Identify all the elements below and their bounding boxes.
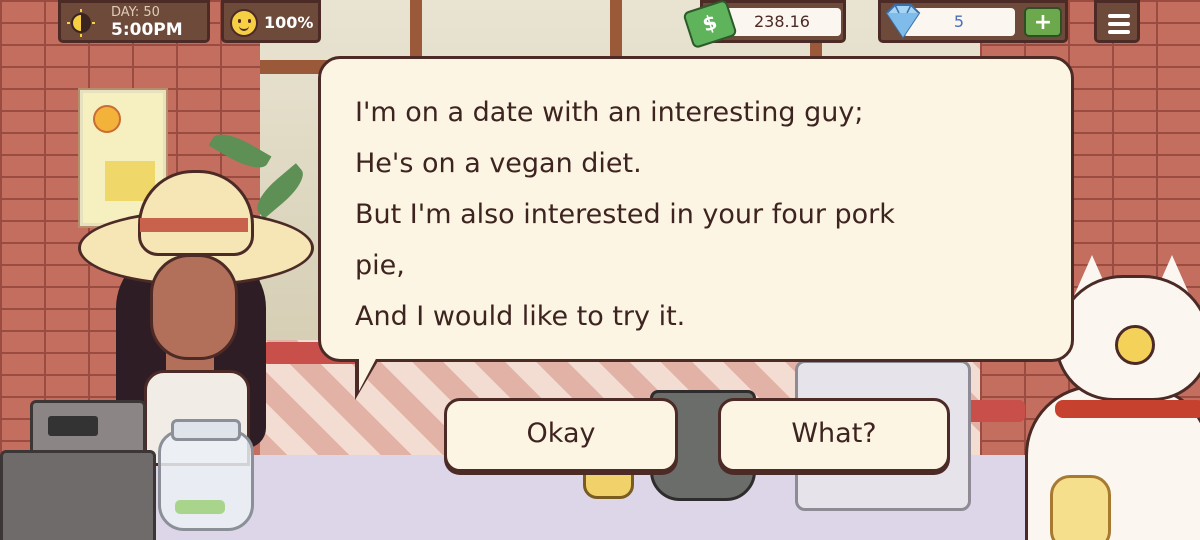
speech-bubble-tail-fill: [359, 355, 378, 391]
mood-panel: 100%: [221, 0, 321, 43]
dialog-line: But I'm also interested in your four por…: [355, 199, 895, 230]
dialog-line: And I would like to try it.: [355, 301, 686, 332]
mood-value: 100%: [264, 13, 314, 32]
menu-button[interactable]: [1094, 0, 1140, 43]
day-time-panel: DAY: 50 5:00PM: [58, 0, 210, 43]
tip-jar[interactable]: [158, 419, 254, 531]
day-label: DAY: 50: [111, 5, 160, 20]
cash-value: 238.16: [723, 8, 841, 36]
time-label: 5:00PM: [111, 20, 183, 40]
gems-panel: 5 +: [878, 0, 1068, 43]
dialog-line: I'm on a date with an interesting guy;: [355, 97, 864, 128]
cash-panel: 238.16 $: [682, 0, 846, 50]
diamond-icon: [885, 4, 921, 39]
sun-moon-icon: [67, 9, 95, 37]
dialog-line: pie,: [355, 250, 405, 281]
add-gems-button[interactable]: +: [1024, 7, 1062, 37]
cash-register[interactable]: [0, 380, 156, 540]
smiley-face-icon: [230, 9, 258, 37]
what-button[interactable]: What?: [718, 398, 950, 472]
dialog-text: I'm on a date with an interesting guy; H…: [355, 87, 1051, 342]
speech-bubble: I'm on a date with an interesting guy; H…: [318, 56, 1074, 362]
hamburger-menu-icon: [1108, 14, 1130, 18]
okay-button[interactable]: Okay: [444, 398, 678, 472]
dialog-line: He's on a vegan diet.: [355, 148, 642, 179]
